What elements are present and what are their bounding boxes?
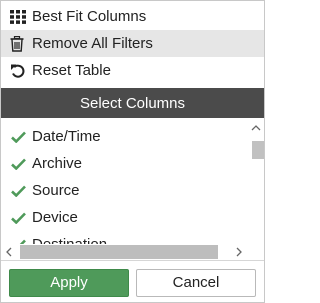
column-item-source[interactable]: Source (1, 177, 246, 204)
column-item-date-time[interactable]: Date/Time (1, 123, 246, 150)
column-settings-panel: Best Fit Columns Remove All Filters Rese… (0, 0, 265, 303)
horizontal-scrollbar[interactable] (1, 244, 264, 260)
column-item-archive[interactable]: Archive (1, 150, 246, 177)
horizontal-scroll-thumb[interactable] (20, 245, 218, 259)
column-item-label: Archive (32, 155, 83, 172)
column-list: Date/Time Archive Source Device (1, 123, 246, 258)
vertical-scroll-thumb[interactable] (252, 141, 264, 159)
scroll-right-icon[interactable] (234, 247, 244, 257)
check-icon (11, 156, 32, 172)
vertical-scrollbar[interactable] (248, 123, 264, 260)
remove-all-filters-label: Remove All Filters (32, 35, 153, 52)
check-icon (11, 183, 32, 199)
best-fit-columns-label: Best Fit Columns (32, 8, 147, 25)
column-item-label: Source (32, 182, 80, 199)
reset-table-label: Reset Table (32, 62, 111, 79)
trash-icon (10, 35, 30, 53)
column-item-device[interactable]: Device (1, 204, 246, 231)
scroll-up-icon[interactable] (251, 123, 261, 133)
best-fit-columns-item[interactable]: Best Fit Columns (1, 3, 264, 30)
remove-all-filters-item[interactable]: Remove All Filters (1, 30, 264, 57)
table-options-menu: Best Fit Columns Remove All Filters Rese… (1, 1, 264, 84)
column-item-label: Date/Time (32, 128, 101, 145)
select-columns-title: Select Columns (79, 94, 186, 112)
select-columns-header: Select Columns (1, 88, 264, 118)
grid-icon (10, 8, 30, 26)
check-icon (11, 129, 32, 145)
column-list-container: Date/Time Archive Source Device (1, 118, 264, 260)
cancel-button[interactable]: Cancel (136, 268, 256, 297)
reset-table-item[interactable]: Reset Table (1, 57, 264, 84)
column-item-label: Device (32, 209, 78, 226)
dialog-footer: Apply Cancel (1, 260, 264, 303)
undo-icon (10, 62, 30, 80)
check-icon (11, 210, 32, 226)
apply-button[interactable]: Apply (9, 268, 129, 297)
scroll-left-icon[interactable] (4, 247, 14, 257)
